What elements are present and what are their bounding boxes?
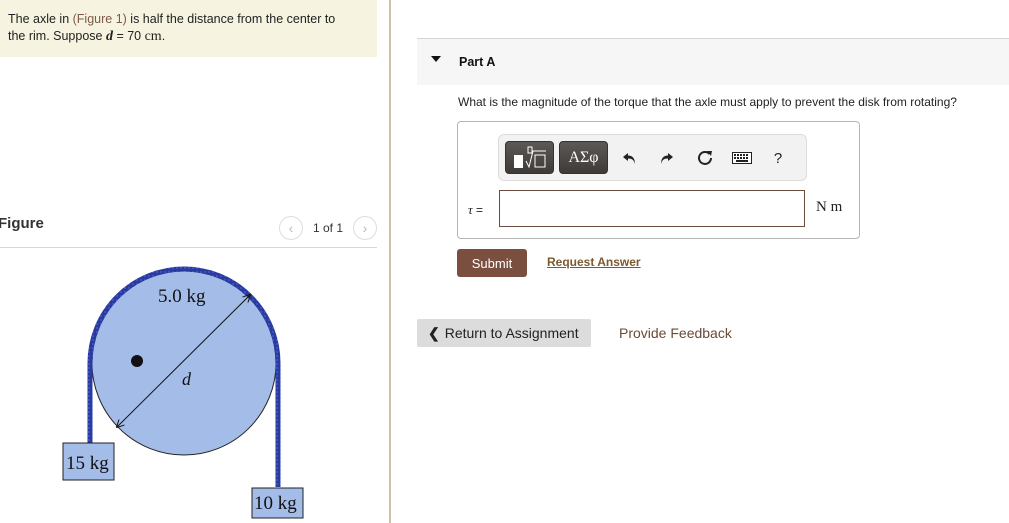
axle (131, 355, 143, 367)
disk-mass-label: 5.0 kg (158, 286, 206, 307)
equals-sign: = (472, 203, 483, 217)
answer-box: ΑΣφ ? τ = N m (457, 121, 860, 239)
diameter-label: d (182, 369, 192, 389)
return-label: Return to Assignment (444, 325, 579, 341)
input-label: τ = (468, 202, 483, 218)
templates-icon (513, 146, 546, 168)
figure-pager: ‹ 1 of 1 › (278, 216, 377, 240)
intro-text: is half the distance from the center to (126, 12, 336, 26)
figure-title: Figure (0, 215, 44, 232)
intro-line-2: the rim. Suppose d = 70 cm. (8, 28, 377, 45)
intro-text: The axle in (8, 12, 73, 26)
left-mass-label: 15 kg (66, 453, 109, 474)
unit-cm: cm (144, 29, 162, 44)
keyboard-icon[interactable] (731, 147, 753, 169)
math-toolbar: ΑΣφ ? (498, 134, 807, 181)
intro-text: . (161, 29, 166, 43)
greek-symbols-button[interactable]: ΑΣφ (559, 141, 608, 174)
pager-text: 1 of 1 (312, 221, 343, 235)
caret-down-icon[interactable] (431, 56, 441, 62)
reset-icon[interactable] (694, 147, 716, 169)
part-title: Part A (459, 55, 496, 69)
variable-d: d (105, 29, 113, 44)
return-to-assignment-button[interactable]: ❮ Return to Assignment (417, 319, 591, 347)
torque-answer-input[interactable] (499, 190, 805, 227)
intro-text: = 70 (112, 29, 145, 43)
part-a-header[interactable]: Part A (417, 38, 1009, 85)
templates-button[interactable] (505, 141, 554, 174)
provide-feedback-link[interactable]: Provide Feedback (619, 325, 732, 341)
undo-icon[interactable] (619, 147, 641, 169)
intro-line-1: The axle in (Figure 1) is half the dista… (8, 11, 377, 28)
request-answer-link[interactable]: Request Answer (547, 255, 641, 269)
left-pane: The axle in (Figure 1) is half the dista… (0, 0, 390, 523)
redo-icon[interactable] (655, 147, 677, 169)
problem-intro: The axle in (Figure 1) is half the dista… (0, 0, 377, 57)
question-text: What is the magnitude of the torque that… (458, 95, 957, 109)
intro-text: the rim. Suppose (8, 29, 106, 43)
units-label: N m (816, 199, 843, 215)
chevron-left-icon[interactable]: ‹ (278, 216, 303, 240)
help-button[interactable]: ? (767, 147, 789, 169)
pulley-diagram: 5.0 kg d 15 kg 10 kg (62, 266, 304, 519)
chevron-left-icon: ❮ (428, 324, 440, 341)
figure-header: Figure ‹ 1 of 1 › (0, 210, 377, 248)
figure-link[interactable]: (Figure 1) (73, 12, 127, 26)
submit-button[interactable]: Submit (457, 249, 527, 277)
right-mass-label: 10 kg (254, 493, 297, 514)
pane-divider[interactable] (389, 0, 391, 523)
chevron-right-icon[interactable]: › (353, 216, 377, 240)
